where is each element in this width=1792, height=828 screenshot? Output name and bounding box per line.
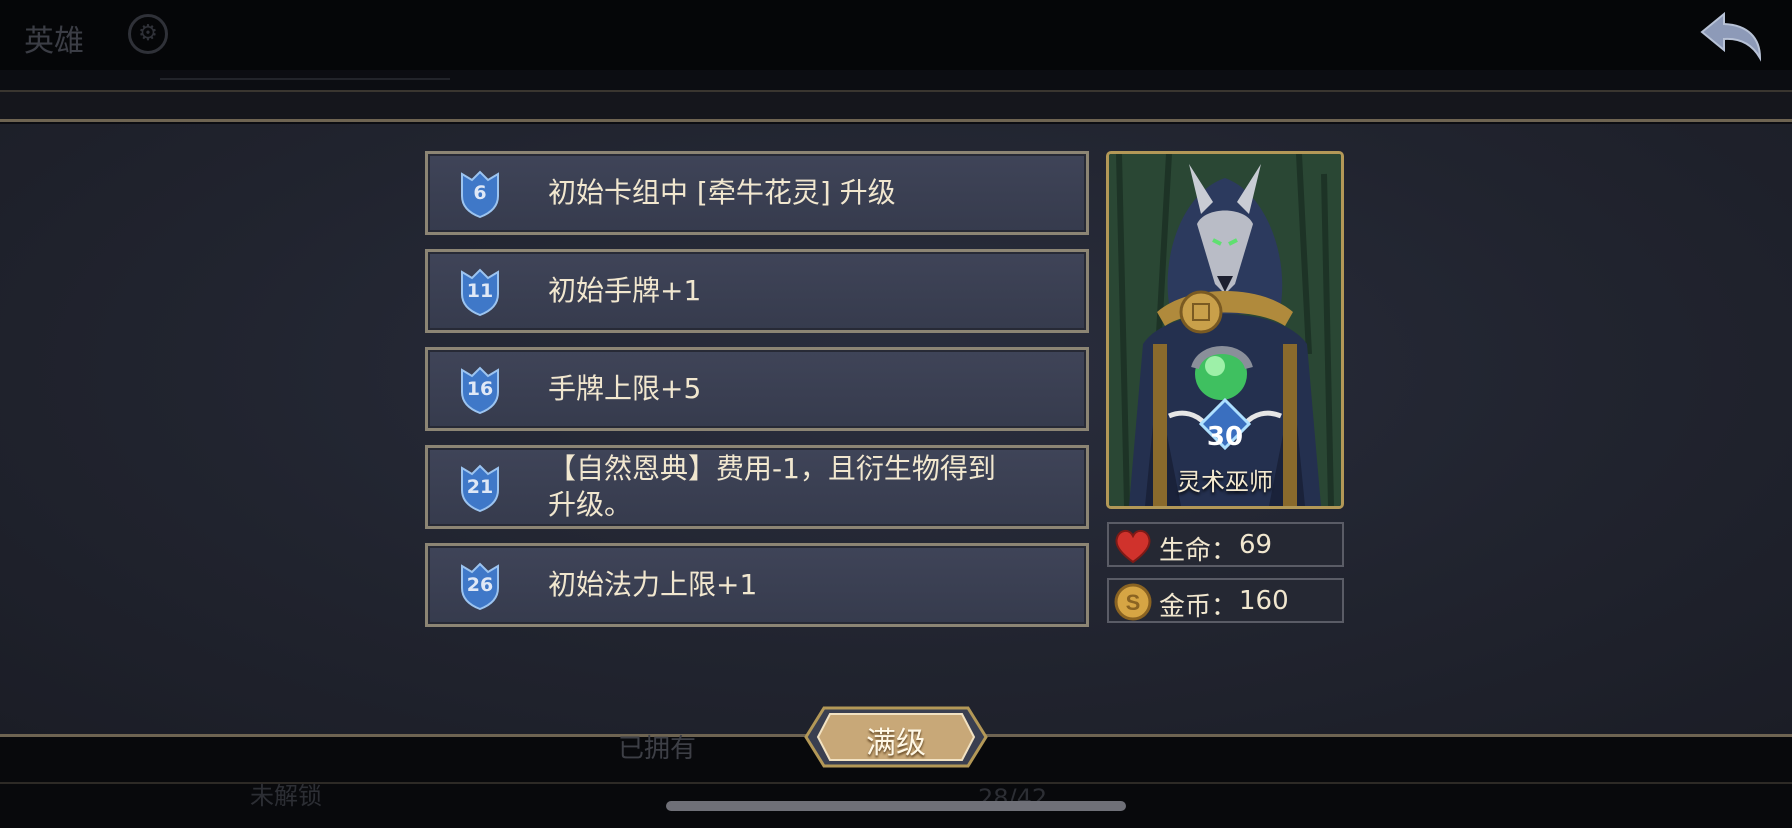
talent-row-3: 16 手牌上限+5	[425, 347, 1089, 431]
stat-hp: 生命： 69	[1107, 522, 1344, 567]
svg-text:S: S	[1126, 590, 1141, 615]
talent-description: 初始手牌+1	[548, 274, 702, 307]
hero-portrait	[1109, 154, 1341, 506]
talent-level: 21	[466, 476, 494, 498]
talent-description: 初始卡组中 [牵牛花灵] 升级	[548, 176, 896, 209]
talent-description: 初始法力上限+1	[548, 568, 758, 601]
talent-row-1: 6 初始卡组中 [牵牛花灵] 升级	[425, 151, 1089, 235]
owned-label: 已拥有	[618, 734, 697, 764]
stat-label: 金币：	[1159, 592, 1238, 622]
hero-level: 30	[1206, 422, 1244, 452]
talent-level: 26	[466, 574, 494, 596]
hero-name: 灵术巫师	[1177, 468, 1273, 496]
stat-value: 69	[1239, 530, 1273, 560]
heart-icon	[1115, 530, 1151, 564]
page-title: 英雄	[24, 24, 84, 59]
max-level-label: 满级	[866, 726, 926, 761]
talent-row-2: 11 初始手牌+1	[425, 249, 1089, 333]
talent-row-4: 21 【自然恩典】费用-1，且衍生物得到升级。	[425, 445, 1089, 529]
stat-label: 生命：	[1159, 536, 1238, 566]
talent-level: 6	[473, 182, 487, 204]
hero-portrait-card	[1106, 151, 1344, 509]
talent-level: 11	[466, 280, 494, 302]
back-icon[interactable]	[1698, 8, 1768, 64]
stat-gold: S 金币： 160	[1107, 578, 1344, 623]
header-strip	[0, 90, 1792, 122]
talent-level: 16	[466, 378, 494, 400]
talent-description: 【自然恩典】费用-1，且衍生物得到升级。	[548, 452, 996, 521]
talent-description: 手牌上限+5	[548, 372, 702, 405]
top-bar: 英雄 ⚙	[0, 0, 1792, 70]
talent-row-5: 26 初始法力上限+1	[425, 543, 1089, 627]
locked-tab-label: 未解锁	[250, 782, 322, 810]
home-indicator[interactable]	[666, 801, 1126, 811]
gear-icon[interactable]: ⚙	[128, 14, 168, 54]
coin-icon: S	[1114, 583, 1152, 621]
stat-value: 160	[1239, 586, 1289, 616]
top-slider-track	[160, 78, 450, 84]
